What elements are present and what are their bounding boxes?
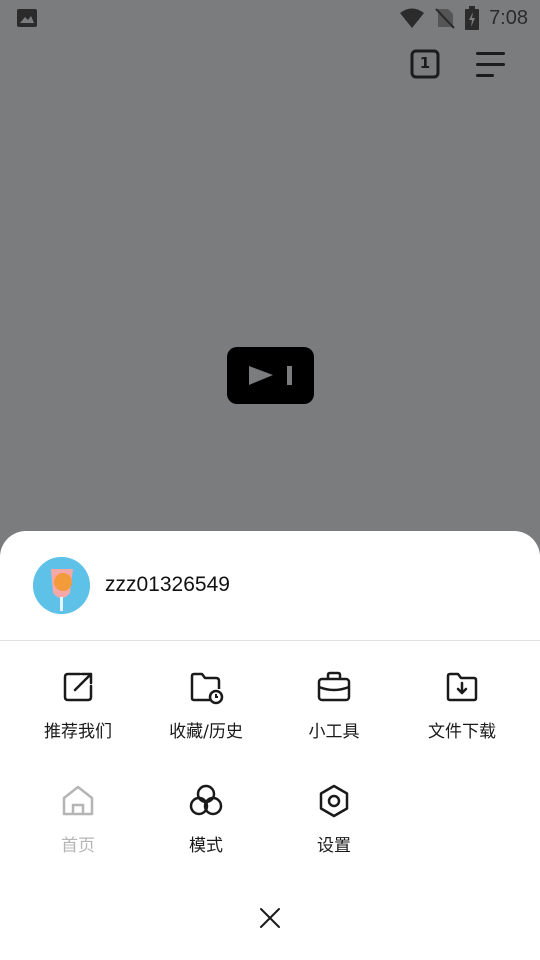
menu-item-favorites-history[interactable]: 收藏/历史 [142,669,270,742]
battery-charging-icon [465,6,480,30]
menu-item-mode[interactable]: 模式 [142,783,270,856]
menu-item-recommend[interactable]: 推荐我们 [14,669,142,742]
menu-item-tools[interactable]: 小工具 [270,669,398,742]
menu-item-label: 首页 [61,836,95,856]
menu-item-label: 收藏/历史 [169,722,243,742]
username: zzz01326549 [105,573,230,596]
no-sim-icon [435,8,455,29]
menu-item-label: 设置 [317,836,351,856]
close-icon[interactable] [256,904,284,932]
share-icon [63,672,93,702]
wifi-icon [400,8,425,28]
avatar[interactable] [33,557,90,614]
gallery-icon [17,9,37,27]
menu-item-label: 小工具 [308,722,360,742]
hamburger-menu-icon[interactable] [476,50,506,80]
menu-item-label: 文件下载 [428,722,496,742]
menu-item-label: 模式 [189,836,223,856]
mode-icon [189,784,223,816]
home-icon [62,785,94,816]
menu-item-label: 推荐我们 [44,722,112,742]
status-bar: 7:08 [0,0,540,36]
settings-icon [319,784,349,818]
menu-item-home[interactable]: 首页 [14,783,142,856]
clock: 7:08 [489,6,528,29]
folder-history-icon [190,672,224,705]
app-logo [227,347,314,404]
menu-item-settings[interactable]: 设置 [270,783,398,856]
tabs-button[interactable]: 1 [410,49,440,79]
download-folder-icon [446,672,478,702]
tab-count: 1 [419,54,431,72]
menu-item-downloads[interactable]: 文件下载 [398,669,526,742]
profile-row[interactable]: zzz01326549 [0,531,540,641]
toolbox-icon [317,671,351,702]
bottom-sheet-menu: zzz01326549 推荐我们 收藏/历史 小工具 文件下载 首页 模式 设置 [0,531,540,960]
